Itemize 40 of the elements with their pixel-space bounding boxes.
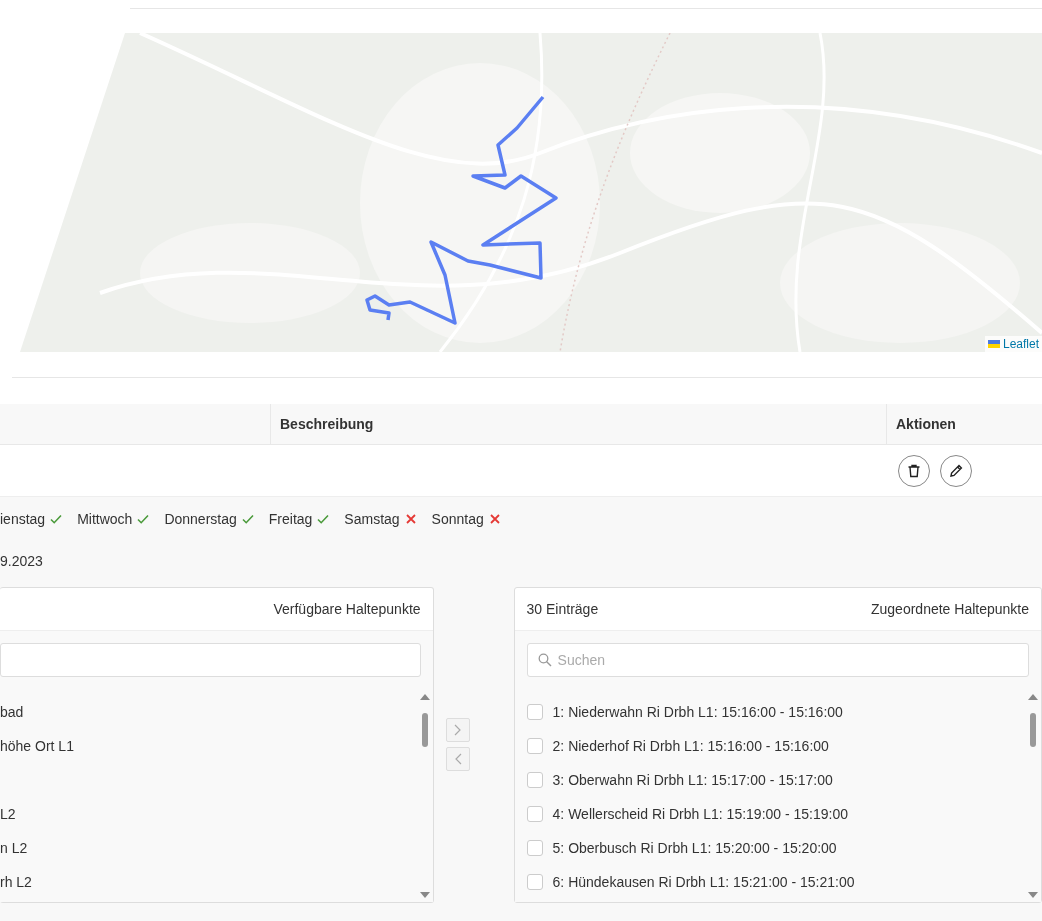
stop-item[interactable]: 6: Hündekausen Ri Drbh L1: 15:21:00 - 15:21:00 [552, 874, 855, 890]
pencil-icon [948, 462, 964, 479]
stop-item[interactable]: 3: Oberwahn Ri Drbh L1: 15:17:00 - 15:17:00 [552, 772, 833, 788]
panel-title: Zugeordnete Haltepunkte [871, 601, 1029, 617]
checkbox[interactable] [526, 704, 543, 720]
checkbox[interactable] [526, 840, 543, 856]
stop-item[interactable]: rh L2 [0, 874, 32, 890]
weekday-label: Samstag [344, 511, 400, 527]
weekday-label: Sonntag [431, 511, 484, 527]
chevron-right-icon [452, 724, 463, 736]
move-left-button[interactable] [445, 747, 470, 771]
move-right-button[interactable] [445, 718, 470, 742]
stop-item[interactable]: bad [0, 704, 24, 720]
weekday-label: ienstag [0, 511, 46, 527]
stop-item[interactable]: L2 [0, 806, 16, 822]
checkbox[interactable] [526, 806, 543, 822]
stop-item[interactable]: 4: Wellerscheid Ri Drbh L1: 15:19:00 - 15:19:00 [552, 806, 849, 822]
stop-item[interactable]: 2: Niederhof Ri Drbh L1: 15:16:00 - 15:16:00 [552, 738, 829, 754]
stop-item[interactable]: 1: Niederwahn Ri Drbh L1: 15:16:00 - 15:16:00 [552, 704, 843, 720]
checkbox[interactable] [526, 874, 543, 890]
date-text: 9.2023 [0, 553, 44, 571]
stop-item[interactable]: n L2 [0, 840, 28, 856]
stop-item[interactable]: 5: Oberbusch Ri Drbh L1: 15:20:00 - 15:20:00 [552, 840, 837, 856]
search-field[interactable]: Suchen [526, 643, 1029, 677]
search-field[interactable] [0, 643, 421, 677]
checkbox[interactable] [526, 772, 543, 788]
weekday-label: Mittwoch [77, 511, 133, 527]
checkbox[interactable] [526, 738, 543, 754]
stop-item[interactable]: höhe Ort L1 [0, 738, 74, 754]
search-icon [537, 653, 552, 667]
delete-button[interactable] [898, 454, 930, 487]
weekday-label: Freitag [268, 511, 313, 527]
column-header: Beschreibung [270, 404, 886, 444]
entry-count: 30 Einträge [526, 601, 599, 617]
flag-icon [987, 340, 1000, 348]
weekday-label: Donnerstag [164, 511, 237, 527]
edit-button[interactable] [940, 454, 972, 487]
column-header: Aktionen [886, 404, 1042, 444]
trash-icon [906, 462, 922, 479]
panel-title: Verfügbare Haltepunkte [273, 601, 421, 617]
